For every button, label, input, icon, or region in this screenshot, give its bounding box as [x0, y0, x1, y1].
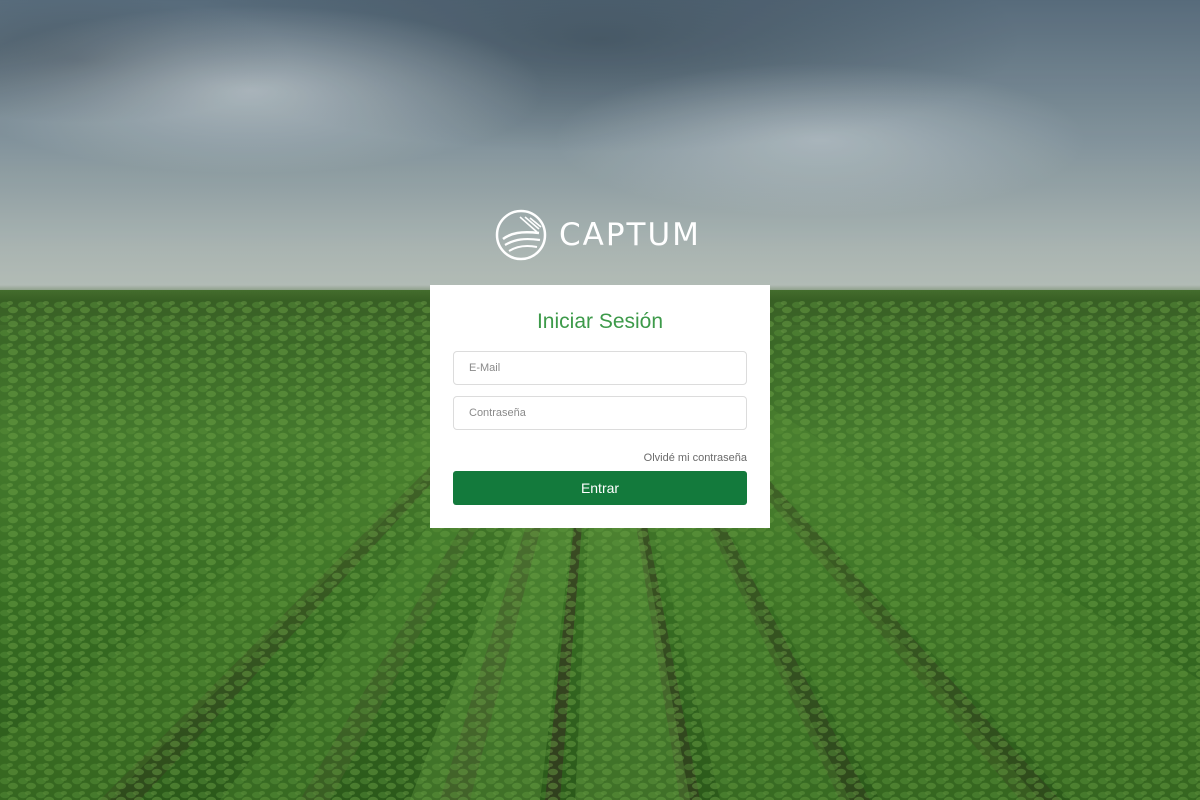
login-title: Iniciar Sesión: [536, 310, 664, 333]
email-field[interactable]: [453, 351, 747, 385]
password-field[interactable]: [453, 396, 747, 430]
brand-name: CAPTUM: [559, 217, 701, 253]
brand-logo: CAPTUM: [495, 209, 701, 261]
field-globe-icon: [495, 209, 547, 261]
login-card: Iniciar Sesión Olvidé mi contraseña Entr…: [430, 285, 770, 528]
login-submit-button[interactable]: Entrar: [453, 471, 747, 505]
forgot-password-link[interactable]: Olvidé mi contraseña: [453, 451, 747, 465]
